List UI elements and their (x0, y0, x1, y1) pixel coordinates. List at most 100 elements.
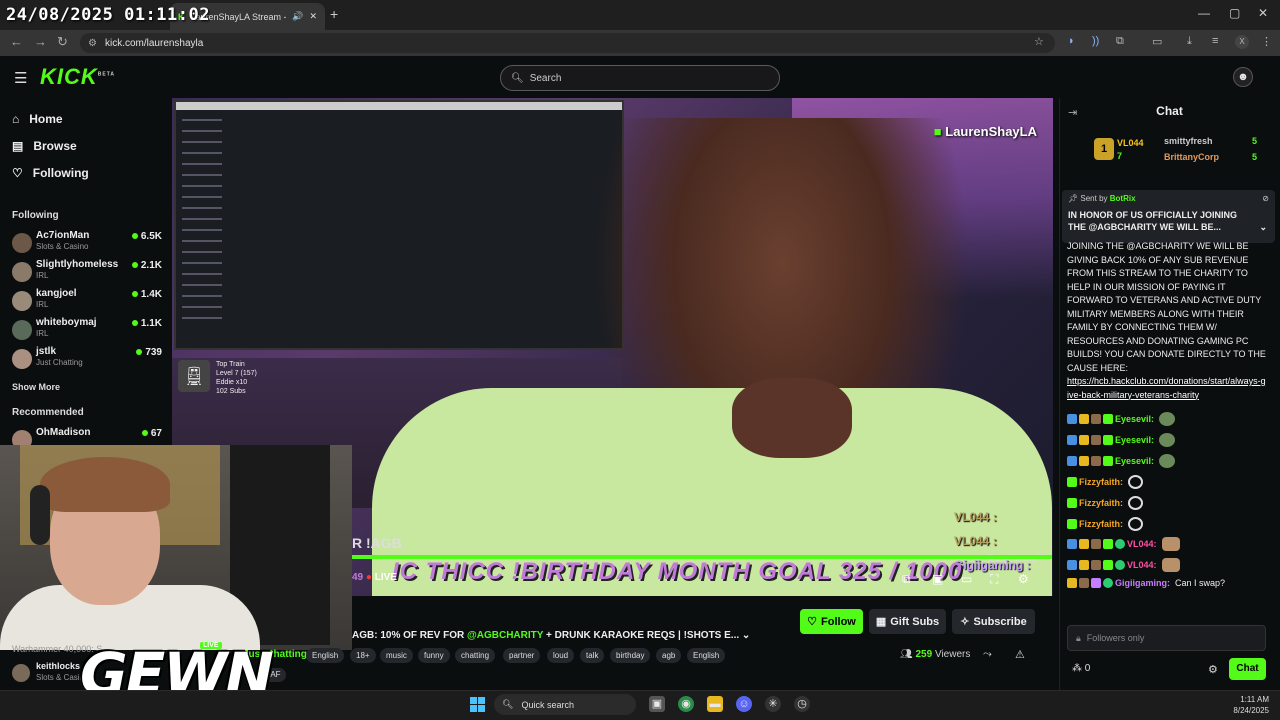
profile-avatar[interactable]: X (1235, 35, 1249, 49)
gift-subs-button[interactable]: ▦ Gift Subs (869, 609, 946, 634)
menu-kebab-icon[interactable]: ⋮ (1261, 35, 1272, 48)
maximize-icon[interactable]: ▢ (1229, 6, 1240, 20)
title-mention[interactable]: @AGBCHARITY (467, 630, 543, 641)
leader-name[interactable]: VL044 (1117, 138, 1144, 148)
kick-logo[interactable]: KICKBETA (40, 64, 115, 90)
file-explorer-icon[interactable]: ▬ (707, 696, 723, 712)
tag[interactable]: chatting (455, 648, 496, 663)
sub-badge-icon (1103, 414, 1113, 424)
new-tab-button[interactable]: + (330, 6, 338, 22)
channel-name: OhMadison (36, 427, 91, 438)
bookmark-star-icon[interactable]: ☆ (1034, 35, 1044, 48)
pinned-sender[interactable]: BotRix (1110, 194, 1136, 203)
extension-icon[interactable]: ◗ (1068, 35, 1075, 47)
sidebar-channel[interactable]: jstlk Just Chatting 739 (12, 346, 162, 374)
chat-username[interactable]: VL044: (1127, 560, 1157, 570)
chat-line[interactable]: VL044: (1067, 537, 1272, 551)
sidebar-channel[interactable]: whiteboymaj IRL 1.1K (12, 317, 162, 345)
sidebar-channel[interactable]: Ac7ionMan Slots & Casino 6.5K (12, 230, 162, 258)
pip-icon[interactable]: ⧉ (902, 572, 911, 587)
chat-line[interactable]: Gigiigaming: Can I swap? (1067, 578, 1272, 588)
url-bar[interactable]: ⚙ kick.com/laurenshayla (80, 33, 1055, 53)
chat-username[interactable]: VL044: (1127, 539, 1157, 549)
speaker-icon[interactable]: 🔊 (292, 11, 303, 22)
share-icon[interactable]: ⤳ (983, 648, 992, 661)
site-info-icon[interactable]: ⚙ (88, 38, 97, 49)
tag[interactable]: birthday (610, 648, 651, 663)
chat-line[interactable]: Eyesevil: (1067, 412, 1272, 426)
tag[interactable]: agb (656, 648, 682, 663)
sidepanel-icon[interactable]: ▭ (1152, 35, 1162, 48)
forward-icon[interactable]: → (34, 34, 47, 49)
hamburger-menu-icon[interactable]: ☰ (14, 69, 27, 87)
sidebar-item-following[interactable]: ♡ Following (12, 166, 89, 180)
channel-points[interactable]: ⁂ 0 (1072, 663, 1090, 674)
clip-icon[interactable]: ▣ (932, 572, 943, 586)
minimize-icon[interactable]: — (1198, 6, 1210, 20)
tag[interactable]: loud (547, 648, 575, 663)
window-close-icon[interactable]: ✕ (1258, 6, 1268, 20)
chat-line[interactable]: VL044: (1067, 558, 1272, 572)
chevron-down-icon[interactable]: ⌄ (1259, 221, 1267, 233)
kick-logo-icon: ■ (933, 124, 946, 139)
chat-line[interactable]: Fizzyfaith: (1067, 517, 1272, 531)
chat-input[interactable]: 🔒︎ Followers only (1067, 625, 1266, 651)
follow-button[interactable]: ♡ Follow (800, 609, 863, 634)
leader-name[interactable]: smittyfresh (1164, 136, 1213, 146)
system-clock[interactable]: 1:11 AM 8/24/2025 (1225, 694, 1269, 716)
tag[interactable]: partner (503, 648, 541, 663)
discord-icon[interactable]: ☺ (736, 696, 752, 712)
donation-link[interactable]: https://hcb.hackclub.com/donations/start… (1067, 376, 1266, 400)
chat-line[interactable]: Fizzyfaith: (1067, 496, 1272, 510)
chrome-icon[interactable]: ◉ (678, 696, 694, 712)
tag[interactable]: music (380, 648, 413, 663)
app-icon[interactable]: ✳ (765, 696, 781, 712)
chat-send-button[interactable]: Chat (1229, 658, 1266, 680)
chat-username[interactable]: Fizzyfaith: (1079, 498, 1123, 508)
settings-gear-icon[interactable]: ⚙ (1018, 572, 1029, 586)
back-icon[interactable]: ← (10, 34, 23, 49)
tag[interactable]: talk (580, 648, 605, 663)
task-view-icon[interactable]: ▣ (649, 696, 665, 712)
tab-close-icon[interactable]: ✕ (309, 11, 317, 22)
chat-settings-gear-icon[interactable]: ⚙ (1208, 663, 1218, 676)
chat-username[interactable]: Fizzyfaith: (1079, 519, 1123, 529)
download-icon[interactable]: ⤓ (1187, 35, 1192, 48)
sub-badge-icon (1067, 519, 1077, 529)
tag[interactable]: 18+ (350, 648, 376, 663)
unpin-icon[interactable]: ⊘ (1262, 194, 1269, 203)
user-avatar[interactable]: ☻ (1233, 67, 1253, 87)
chat-username[interactable]: Eyesevil: (1115, 435, 1154, 445)
sidebar-item-home[interactable]: ⌂ Home (12, 112, 63, 126)
windows-start-icon[interactable] (470, 697, 485, 712)
tag[interactable]: English (306, 648, 345, 663)
chat-line[interactable]: Eyesevil: (1067, 454, 1272, 468)
theater-icon[interactable]: ▭ (961, 572, 972, 586)
tag[interactable]: funny (418, 648, 450, 663)
expand-chevron-icon[interactable]: ⌄ (742, 630, 750, 641)
leader-name[interactable]: BrittanyCorp (1164, 152, 1219, 162)
chat-username[interactable]: Eyesevil: (1115, 414, 1154, 424)
chat-username[interactable]: Gigiigaming: (1115, 578, 1170, 588)
tag[interactable]: English (687, 648, 726, 663)
sidebar-channel[interactable]: Slightlyhomeless IRL 2.1K (12, 259, 162, 287)
chat-username[interactable]: Fizzyfaith: (1079, 477, 1123, 487)
show-more-link[interactable]: Show More (12, 382, 60, 392)
follow-label: Follow (821, 615, 856, 628)
chat-username[interactable]: Eyesevil: (1115, 456, 1154, 466)
sidebar-channel[interactable]: kangjoel IRL 1.4K (12, 288, 162, 316)
pinned-message[interactable]: 📌︎ Sent by BotRix ⊘ IN HONOR OF US OFFICI… (1062, 190, 1275, 243)
extension-icon[interactable]: )) (1092, 35, 1099, 47)
sidebar-item-browse[interactable]: ▤ Browse (12, 139, 77, 153)
clock-app-icon[interactable]: ◷ (794, 696, 810, 712)
reload-icon[interactable]: ↻ (57, 34, 68, 50)
report-warning-icon[interactable]: ⚠ (1015, 648, 1025, 661)
fullscreen-icon[interactable]: ⛶ (990, 572, 998, 587)
puzzle-icon[interactable]: ⧉ (1116, 35, 1124, 48)
chat-line[interactable]: Eyesevil: (1067, 433, 1272, 447)
subscribe-button[interactable]: ✧ Subscribe (952, 609, 1035, 634)
taskbar-search[interactable]: 🔍︎ Quick search (494, 694, 636, 715)
search-input[interactable]: 🔍︎ Search (500, 65, 780, 91)
media-icon[interactable]: ≡ (1212, 35, 1218, 47)
chat-line[interactable]: Fizzyfaith: (1067, 475, 1272, 489)
